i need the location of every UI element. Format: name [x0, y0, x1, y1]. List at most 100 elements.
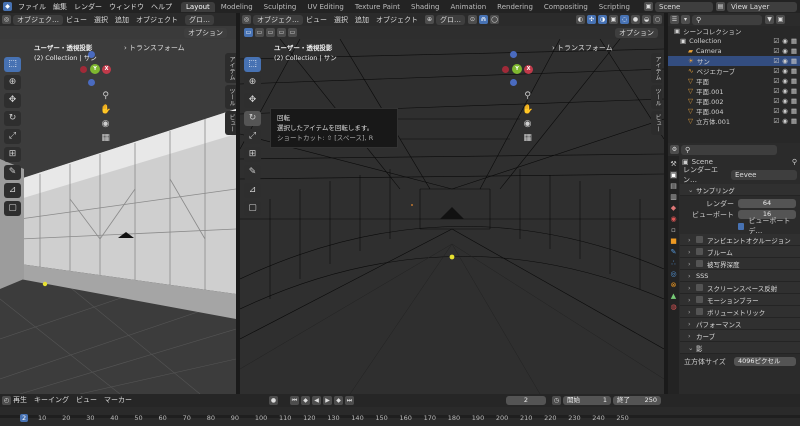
- menu-view[interactable]: ビュー: [66, 15, 87, 25]
- cursor-tool[interactable]: ⊕: [4, 75, 21, 90]
- section-1[interactable]: › ブルーム: [680, 246, 800, 258]
- menu-object-right[interactable]: オブジェクト: [376, 15, 418, 25]
- snap-icon[interactable]: ⋒: [479, 15, 488, 24]
- world-props-icon[interactable]: ◉: [670, 215, 676, 223]
- mode-selector-right[interactable]: オブジェク…: [253, 14, 303, 25]
- new-collection-icon[interactable]: ▣: [776, 15, 785, 24]
- workspace-tab-layout[interactable]: Layout: [181, 1, 215, 12]
- section-4[interactable]: › スクリーンスペース反射: [680, 282, 800, 294]
- timeline-menu-view[interactable]: ビュー: [76, 395, 97, 405]
- outliner-item[interactable]: ▽ 平面.002 ☑ ◉ ▦: [668, 96, 800, 106]
- zoom-icon[interactable]: ⚲: [102, 91, 109, 101]
- transform-panel-header[interactable]: › トランスフォーム: [124, 43, 185, 53]
- eye-icon[interactable]: ◉: [782, 97, 788, 105]
- checkbox-icon[interactable]: ☑: [773, 87, 779, 95]
- timeline-menu-playback[interactable]: 再生: [13, 395, 27, 405]
- camera-render-icon[interactable]: ▦: [791, 87, 797, 95]
- checkbox-icon[interactable]: ☑: [773, 97, 779, 105]
- eye-icon[interactable]: ◉: [782, 107, 788, 115]
- options-button-right[interactable]: オプション: [615, 27, 658, 38]
- properties-search-field[interactable]: ⚲: [681, 144, 777, 155]
- render-props-icon[interactable]: ▣: [670, 171, 677, 179]
- top-menu-3[interactable]: ウィンドウ: [109, 2, 144, 12]
- zoom-icon-right[interactable]: ⚲: [524, 91, 531, 101]
- camera-render-icon[interactable]: ▦: [791, 97, 797, 105]
- menu-add[interactable]: 追加: [115, 15, 129, 25]
- pan-hand-icon-right[interactable]: ✋: [522, 105, 533, 115]
- checkbox-icon[interactable]: ☑: [773, 117, 779, 125]
- camera-render-icon[interactable]: ▦: [791, 57, 797, 65]
- current-frame-field[interactable]: 2: [506, 395, 546, 405]
- view-layer-icon[interactable]: ▤: [716, 2, 725, 11]
- xray-icon[interactable]: ▣: [609, 15, 618, 24]
- blender-logo-icon[interactable]: ◆: [3, 2, 12, 11]
- top-menu-0[interactable]: ファイル: [18, 2, 46, 12]
- outliner-scene-collection[interactable]: ▣ シーンコレクション: [668, 26, 800, 36]
- play-reverse-icon[interactable]: ◀: [312, 395, 321, 405]
- shading-wireframe-icon[interactable]: ◌: [620, 15, 629, 24]
- outliner-item[interactable]: ▣ Collection ☑ ◉ ▦: [668, 36, 800, 46]
- eye-icon[interactable]: ◉: [782, 87, 788, 95]
- npanel-tab-tool-right[interactable]: ツール: [651, 85, 662, 109]
- workspace-tab-modeling[interactable]: Modeling: [216, 2, 258, 12]
- gizmo-y-axis-right[interactable]: Y: [512, 64, 522, 74]
- left-viewport[interactable]: ◎ オブジェク… ビュー 選択 追加 オブジェクト グロ… オプション ユーザー…: [0, 13, 236, 394]
- preview-range-icon[interactable]: ◷: [552, 395, 561, 405]
- section-7[interactable]: › パフォーマンス: [680, 318, 800, 330]
- scale-tool[interactable]: ⤢: [4, 129, 21, 144]
- top-menu-2[interactable]: レンダー: [74, 2, 102, 12]
- camera-view-icon[interactable]: ◉: [102, 119, 110, 129]
- physics-props-icon[interactable]: ◎: [670, 270, 676, 278]
- cursor-tool-right[interactable]: ⊕: [244, 75, 261, 90]
- gizmo-y-axis[interactable]: Y: [90, 64, 100, 74]
- camera-render-icon[interactable]: ▦: [791, 107, 797, 115]
- frame-start-field[interactable]: 開始 1: [563, 395, 611, 405]
- tool-props-icon[interactable]: ⚒: [670, 160, 676, 168]
- add-cube-tool-right[interactable]: ▢: [244, 201, 261, 216]
- gizmo-toggle-icon[interactable]: ✣: [587, 15, 596, 24]
- transform-tool[interactable]: ⊞: [4, 147, 21, 162]
- timeline-menu-keying[interactable]: キーイング: [34, 395, 69, 405]
- section-enable-checkbox[interactable]: [696, 260, 703, 267]
- select-mode-invert-icon[interactable]: ▭: [277, 28, 286, 37]
- scene-selector[interactable]: Scene: [655, 1, 713, 12]
- particles-props-icon[interactable]: ∴: [671, 259, 675, 267]
- select-mode-subtract-icon[interactable]: ▭: [266, 28, 275, 37]
- section-0[interactable]: › アンビエントオクルージョン: [680, 234, 800, 246]
- transform-panel-header-right[interactable]: › トランスフォーム: [552, 43, 613, 53]
- mode-selector[interactable]: オブジェク…: [13, 14, 63, 25]
- workspace-tab-animation[interactable]: Animation: [445, 2, 491, 12]
- move-tool[interactable]: ✥: [4, 93, 21, 108]
- object-props-icon[interactable]: ■: [670, 237, 677, 245]
- camera-render-icon[interactable]: ▦: [791, 67, 797, 75]
- camera-render-icon[interactable]: ▦: [791, 117, 797, 125]
- outliner-display-mode-icon[interactable]: ▾: [681, 15, 690, 24]
- gizmo-x-neg-right[interactable]: [502, 66, 509, 73]
- measure-tool[interactable]: ⊿: [4, 183, 21, 198]
- workspace-tab-shading[interactable]: Shading: [406, 2, 444, 12]
- gizmo-x-neg[interactable]: [80, 66, 87, 73]
- camera-render-icon[interactable]: ▦: [791, 77, 797, 85]
- prev-keyframe-icon[interactable]: ◆: [301, 395, 310, 405]
- section-5[interactable]: › モーションブラー: [680, 294, 800, 306]
- section-6[interactable]: › ボリューメトリック: [680, 306, 800, 318]
- workspace-tab-scripting[interactable]: Scripting: [594, 2, 635, 12]
- npanel-tab-item[interactable]: アイテム: [225, 53, 236, 83]
- outliner-item[interactable]: ∿ ベジエカーブ ☑ ◉ ▦: [668, 66, 800, 76]
- visibility-icon[interactable]: ◐: [576, 15, 585, 24]
- eye-icon[interactable]: ◉: [782, 77, 788, 85]
- checkbox-icon[interactable]: ☑: [773, 37, 779, 45]
- modifier-props-icon[interactable]: ✎: [671, 248, 677, 256]
- checkbox-icon[interactable]: ☑: [773, 67, 779, 75]
- npanel-tab-view-right[interactable]: ビュー: [651, 111, 662, 135]
- menu-add-right[interactable]: 追加: [355, 15, 369, 25]
- checkbox-icon[interactable]: ☑: [773, 77, 779, 85]
- timeline-editor-icon[interactable]: ◴: [2, 395, 11, 405]
- output-props-icon[interactable]: ▤: [670, 182, 677, 190]
- orientation-selector[interactable]: グロ…: [185, 14, 214, 25]
- npanel-tab-item-right[interactable]: アイテム: [651, 53, 662, 83]
- top-menu-1[interactable]: 編集: [53, 2, 67, 12]
- workspace-tab-sculpting[interactable]: Sculpting: [259, 2, 302, 12]
- pivot-icon[interactable]: ⊙: [468, 15, 477, 24]
- scene-icon[interactable]: ▣: [644, 2, 653, 11]
